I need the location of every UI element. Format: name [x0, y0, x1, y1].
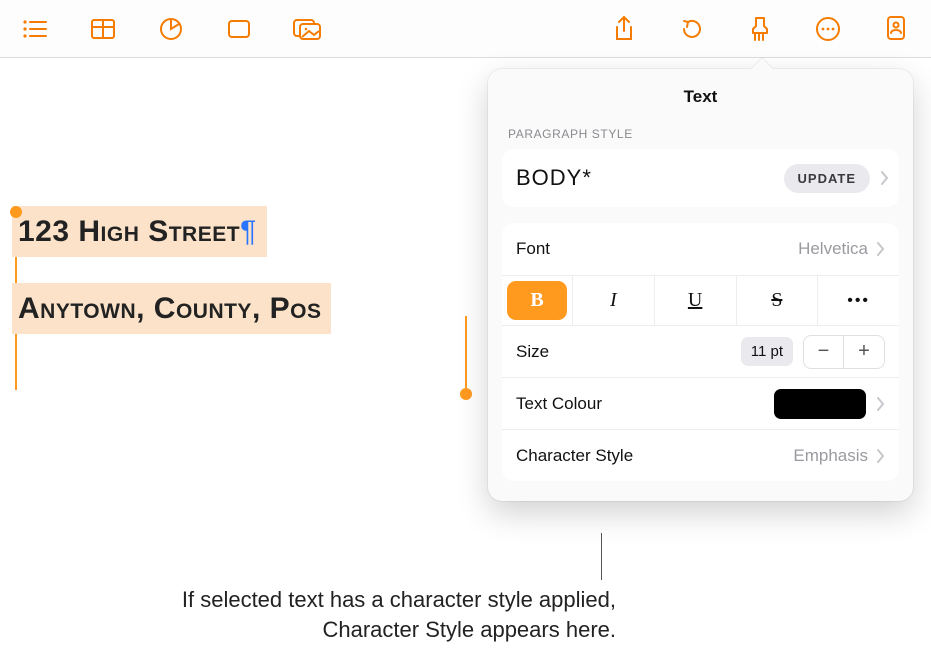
chevron-right-icon — [876, 241, 885, 257]
text-colour-label: Text Colour — [516, 394, 774, 414]
character-style-row[interactable]: Character Style Emphasis — [502, 429, 899, 481]
character-style-value: Emphasis — [793, 446, 868, 466]
more-text-options-button[interactable]: ••• — [817, 276, 899, 325]
paragraph-style-card: BODY* UPDATE — [502, 149, 899, 207]
media-icon[interactable] — [290, 12, 324, 46]
table-icon[interactable] — [86, 12, 120, 46]
chevron-right-icon — [876, 448, 885, 464]
callout-text: If selected text has a character style a… — [96, 585, 616, 644]
paragraph-style-section-label: PARAGRAPH STYLE — [502, 121, 899, 149]
format-brush-icon[interactable] — [743, 12, 777, 46]
popover-caret — [751, 58, 773, 69]
text-line-2: Anytown, County, Pos — [12, 283, 331, 334]
more-icon[interactable] — [811, 12, 845, 46]
size-decrease-button[interactable]: − — [804, 336, 844, 368]
underline-button[interactable]: U — [654, 276, 736, 325]
callout-leader-line — [601, 533, 602, 580]
font-value: Helvetica — [798, 239, 868, 259]
chevron-right-icon — [876, 396, 885, 412]
bold-button[interactable]: B — [507, 281, 567, 320]
list-icon[interactable] — [18, 12, 52, 46]
size-row: Size 11 pt − + — [502, 325, 899, 377]
pilcrow-icon: ¶ — [240, 215, 257, 248]
font-label: Font — [516, 239, 798, 259]
format-popover: Text PARAGRAPH STYLE BODY* UPDATE Font H… — [488, 69, 913, 501]
update-button[interactable]: UPDATE — [784, 164, 870, 193]
selection-handle-start[interactable] — [10, 206, 22, 218]
text-colour-swatch[interactable] — [774, 389, 866, 419]
size-value[interactable]: 11 pt — [741, 337, 793, 366]
text-style-segment: B I U S ••• — [502, 275, 899, 325]
character-style-label: Character Style — [516, 446, 793, 466]
selection-handle-end[interactable] — [460, 388, 472, 400]
italic-button[interactable]: I — [572, 276, 654, 325]
share-icon[interactable] — [607, 12, 641, 46]
paragraph-style-name: BODY* — [516, 165, 784, 191]
strikethrough-button[interactable]: S — [736, 276, 818, 325]
selected-text-block[interactable]: 123 High Street¶ Anytown, County, Pos — [12, 206, 468, 334]
shape-icon[interactable] — [222, 12, 256, 46]
paragraph-style-row[interactable]: BODY* UPDATE — [502, 149, 899, 207]
popover-title: Text — [502, 83, 899, 121]
text-line-1: 123 High Street — [18, 215, 240, 248]
toolbar — [0, 0, 931, 58]
chevron-right-icon — [880, 170, 889, 186]
font-card: Font Helvetica B I U S ••• Size 11 pt − … — [502, 223, 899, 481]
size-label: Size — [516, 342, 741, 362]
collaborate-icon[interactable] — [879, 12, 913, 46]
selection-caret-end — [465, 316, 467, 388]
size-stepper: − + — [803, 335, 885, 369]
size-increase-button[interactable]: + — [844, 336, 884, 368]
text-colour-row[interactable]: Text Colour — [502, 377, 899, 429]
font-row[interactable]: Font Helvetica — [502, 223, 899, 275]
undo-icon[interactable] — [675, 12, 709, 46]
chart-icon[interactable] — [154, 12, 188, 46]
